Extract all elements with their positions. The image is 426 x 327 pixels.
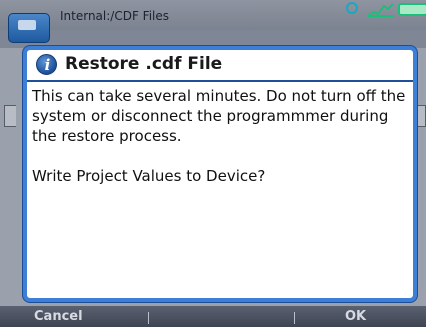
app-folder-icon bbox=[8, 13, 50, 43]
softkey-divider bbox=[294, 312, 295, 324]
cancel-button[interactable]: Cancel bbox=[34, 309, 83, 324]
softkey-divider bbox=[148, 312, 149, 324]
info-icon-glyph: i bbox=[44, 56, 51, 74]
dialog-header: i Restore .cdf File bbox=[27, 50, 413, 80]
dialog-message: This can take several minutes. Do not tu… bbox=[32, 87, 406, 145]
battery-icon bbox=[398, 3, 426, 16]
signal-icon bbox=[368, 3, 394, 17]
location-path: Internal:/CDF Files bbox=[60, 9, 170, 23]
background-field-edge bbox=[4, 105, 16, 127]
search-icon bbox=[346, 2, 358, 14]
dialog-title: Restore .cdf File bbox=[65, 54, 223, 74]
title-divider bbox=[27, 80, 413, 82]
dialog-question: Write Project Values to Device? bbox=[32, 167, 266, 185]
ok-button[interactable]: OK bbox=[345, 309, 366, 324]
background-field-edge bbox=[418, 105, 426, 127]
info-icon: i bbox=[36, 54, 57, 75]
status-bar: Internal:/CDF Files bbox=[0, 0, 426, 43]
status-icons bbox=[346, 2, 426, 20]
restore-dialog: i Restore .cdf File This can take severa… bbox=[23, 46, 417, 302]
softkey-bar: Cancel OK bbox=[0, 306, 426, 327]
dialog-body: This can take several minutes. Do not tu… bbox=[32, 86, 408, 186]
